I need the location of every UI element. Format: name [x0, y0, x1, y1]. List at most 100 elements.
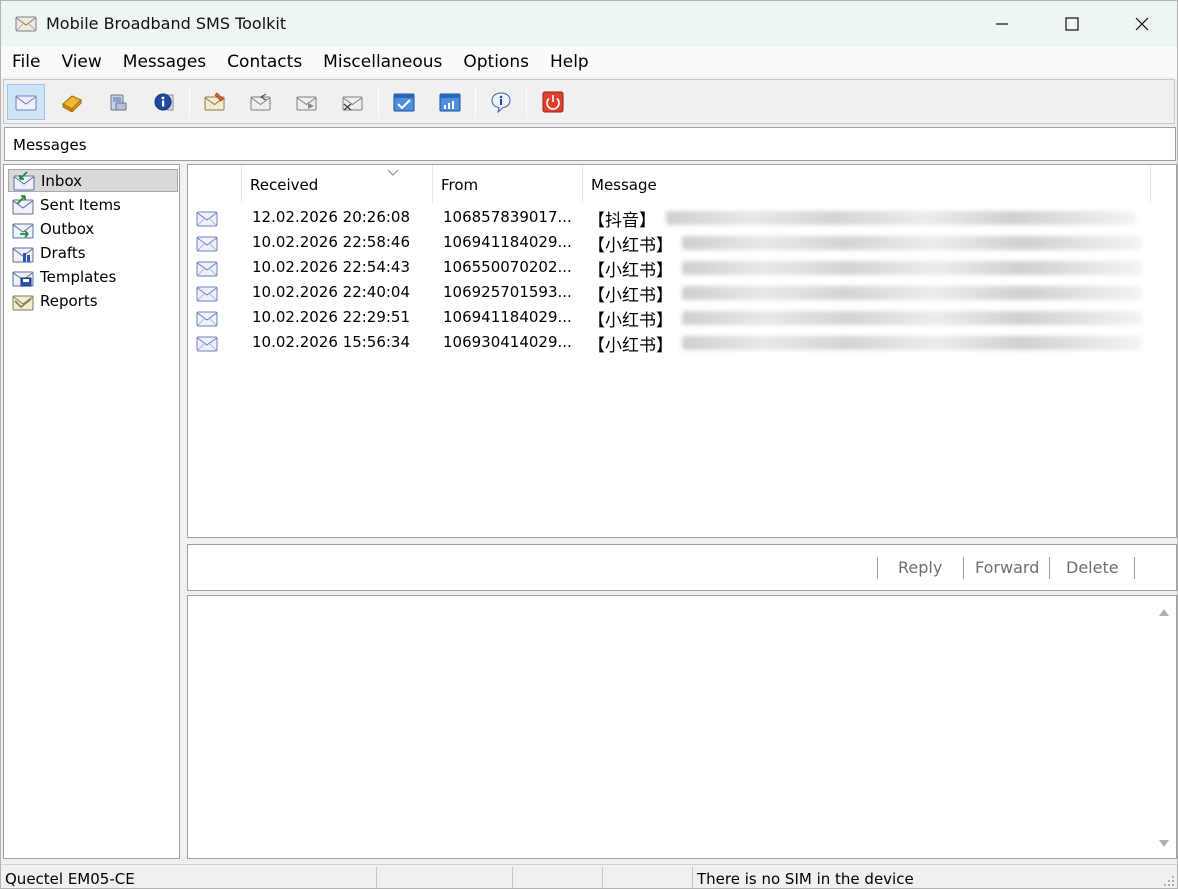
column-label: Received	[250, 176, 319, 194]
preview-scrollbar[interactable]	[1151, 596, 1176, 858]
inbox-icon	[13, 170, 35, 190]
toolbar-messages-button[interactable]	[7, 84, 45, 120]
envelope-icon	[196, 286, 218, 302]
table-row[interactable]: 10.02.2026 22:58:46 106941184029... 【小红书…	[188, 230, 1176, 256]
menu-bar: File View Messages Contacts Miscellaneou…	[1, 47, 1177, 77]
toolbar-info-button[interactable]	[145, 84, 183, 120]
action-separator	[1049, 557, 1050, 579]
envelope-icon	[15, 95, 37, 111]
section-header: Messages	[4, 127, 1176, 161]
check-window-icon	[393, 93, 415, 112]
cell-from: 106930414029...	[443, 333, 572, 351]
table-row[interactable]: 10.02.2026 22:29:51 106941184029... 【小红书…	[188, 305, 1176, 331]
table-row[interactable]: 10.02.2026 15:56:34 106930414029... 【小红书…	[188, 330, 1176, 356]
scroll-up-icon[interactable]	[1157, 606, 1171, 618]
folder-label: Reports	[40, 291, 98, 310]
cell-message: 【抖音】	[588, 211, 656, 231]
cell-received: 10.02.2026 22:29:51	[252, 308, 411, 326]
folder-label: Drafts	[40, 243, 86, 262]
scroll-down-icon[interactable]	[1157, 838, 1171, 850]
reports-icon	[12, 295, 34, 310]
power-icon	[542, 91, 564, 113]
action-separator	[1134, 557, 1135, 579]
menu-view[interactable]: View	[50, 47, 111, 77]
message-preview[interactable]	[187, 595, 1177, 859]
help-balloon-icon	[491, 92, 511, 113]
forward-message-icon	[296, 96, 317, 111]
cell-message: 【小红书】	[588, 236, 673, 256]
toolbar-device-button[interactable]	[99, 84, 137, 120]
folder-label: Templates	[40, 267, 117, 286]
toolbar-help-button[interactable]	[482, 84, 520, 120]
toolbar-reply-button[interactable]	[242, 84, 280, 120]
close-icon	[1135, 17, 1149, 31]
menu-help[interactable]: Help	[539, 47, 599, 77]
column-header-received[interactable]: Received	[242, 165, 433, 203]
signal-window-icon	[439, 93, 461, 112]
message-list: Received From Message 12.02.2026 20:26:0…	[187, 164, 1177, 538]
toolbar-signal-button[interactable]	[431, 84, 469, 120]
folder-label: Sent Items	[40, 195, 121, 214]
column-header-icon[interactable]	[188, 165, 242, 203]
templates-icon	[12, 271, 34, 286]
menu-contacts[interactable]: Contacts	[216, 47, 312, 77]
status-cell	[377, 867, 513, 888]
message-action-bar: Reply Forward Delete	[187, 544, 1177, 591]
envelope-icon	[196, 261, 218, 277]
toolbar-exit-button[interactable]	[534, 84, 572, 120]
message-redacted	[682, 236, 1142, 250]
drafts-icon	[12, 247, 34, 262]
cell-from: 106857839017...	[443, 208, 572, 226]
outbox-icon	[12, 223, 34, 238]
device-icon	[110, 94, 127, 111]
table-row[interactable]: 12.02.2026 20:26:08 106857839017... 【抖音】	[188, 205, 1176, 231]
minimize-icon	[996, 23, 1008, 25]
table-row[interactable]: 10.02.2026 22:40:04 106925701593... 【小红书…	[188, 280, 1176, 306]
column-header-from[interactable]: From	[433, 165, 583, 203]
toolbar-new-message-button[interactable]	[196, 84, 234, 120]
message-redacted	[682, 311, 1142, 325]
toolbar-forward-button[interactable]	[288, 84, 326, 120]
cell-from: 106941184029...	[443, 233, 572, 251]
cell-from: 106941184029...	[443, 308, 572, 326]
toolbar-separator	[189, 86, 190, 118]
menu-file[interactable]: File	[1, 47, 50, 77]
reply-button[interactable]: Reply	[898, 558, 942, 577]
folder-item-inbox[interactable]: Inbox	[8, 169, 178, 192]
list-header: Received From Message	[188, 165, 1176, 203]
new-message-icon	[204, 92, 225, 111]
minimize-button[interactable]	[967, 1, 1037, 47]
folder-tree: Inbox Sent Items Outbox Drafts Templates…	[3, 164, 180, 859]
table-row[interactable]: 10.02.2026 22:54:43 106550070202... 【小红书…	[188, 255, 1176, 281]
envelope-app-icon	[15, 16, 37, 32]
resize-grip-icon[interactable]	[1163, 875, 1175, 887]
close-button[interactable]	[1107, 1, 1177, 47]
maximize-button[interactable]	[1037, 1, 1107, 47]
folder-item-sent-items[interactable]: Sent Items	[8, 193, 125, 216]
action-separator	[963, 557, 964, 579]
action-separator	[877, 557, 878, 579]
folder-label: Outbox	[40, 219, 95, 238]
delete-button[interactable]: Delete	[1066, 558, 1119, 577]
folder-item-drafts[interactable]: Drafts	[8, 241, 90, 264]
status-cell	[603, 867, 693, 888]
toolbar-check-button[interactable]	[385, 84, 423, 120]
menu-options[interactable]: Options	[452, 47, 539, 77]
folder-item-templates[interactable]: Templates	[8, 265, 120, 288]
title-bar: Mobile Broadband SMS Toolkit	[1, 1, 1177, 47]
column-header-message[interactable]: Message	[583, 165, 1151, 203]
menu-miscellaneous[interactable]: Miscellaneous	[312, 47, 452, 77]
folder-item-reports[interactable]: Reports	[8, 289, 102, 312]
column-label: Message	[591, 176, 657, 194]
column-label: From	[441, 176, 479, 194]
forward-button[interactable]: Forward	[975, 558, 1039, 577]
contacts-book-icon	[62, 95, 82, 112]
sort-descending-icon	[387, 169, 399, 176]
menu-messages[interactable]: Messages	[112, 47, 216, 77]
toolbar-delete-button[interactable]	[334, 84, 372, 120]
cell-message: 【小红书】	[588, 261, 673, 281]
folder-item-outbox[interactable]: Outbox	[8, 217, 98, 240]
envelope-icon	[196, 311, 218, 327]
toolbar	[3, 79, 1175, 124]
toolbar-contacts-button[interactable]	[53, 84, 91, 120]
